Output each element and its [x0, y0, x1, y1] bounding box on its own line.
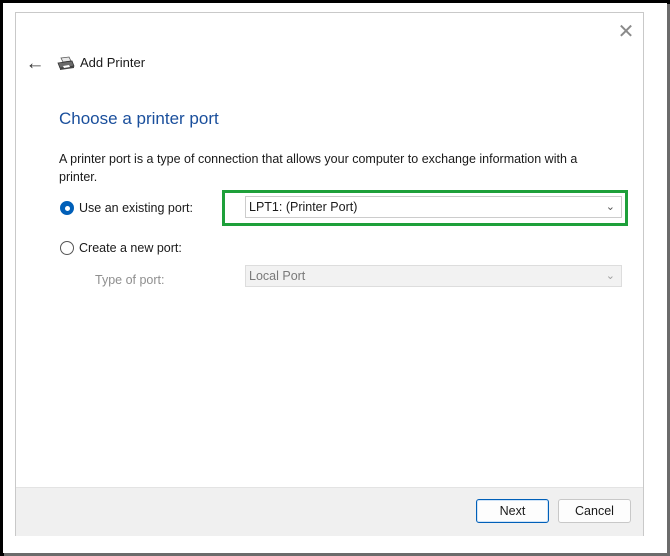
type-of-port-label: Type of port:: [95, 273, 165, 287]
close-icon: ✕: [617, 21, 635, 43]
page-heading: Choose a printer port: [59, 109, 219, 128]
type-of-port-value: Local Port: [249, 269, 306, 283]
create-new-port-option[interactable]: Create a new port:: [60, 241, 182, 255]
type-of-port-dropdown[interactable]: Local Port ⌄: [245, 265, 622, 287]
cancel-button[interactable]: Cancel: [558, 499, 631, 523]
chevron-down-icon: ⌄: [605, 270, 615, 282]
close-button[interactable]: ✕: [614, 20, 638, 44]
description-text: A printer port is a type of connection t…: [59, 152, 578, 184]
back-button[interactable]: ←: [24, 53, 46, 75]
create-new-port-label: Create a new port:: [79, 241, 182, 255]
next-button[interactable]: Next: [476, 499, 549, 523]
existing-port-dropdown[interactable]: LPT1: (Printer Port) ⌄: [245, 196, 622, 218]
chevron-down-icon: ⌄: [605, 201, 615, 213]
create-new-port-radio[interactable]: [60, 241, 74, 255]
use-existing-port-option[interactable]: Use an existing port:: [60, 201, 193, 215]
printer-icon: [57, 56, 75, 70]
existing-port-value: LPT1: (Printer Port): [249, 200, 358, 214]
add-printer-dialog: ✕ ← Add Printer Choose a printer port A …: [15, 12, 644, 536]
use-existing-port-radio[interactable]: [60, 201, 74, 215]
dialog-footer: Next Cancel: [16, 487, 643, 536]
back-arrow-icon: ←: [25, 53, 45, 74]
dialog-title: Add Printer: [80, 55, 146, 70]
use-existing-port-label: Use an existing port:: [79, 201, 193, 215]
